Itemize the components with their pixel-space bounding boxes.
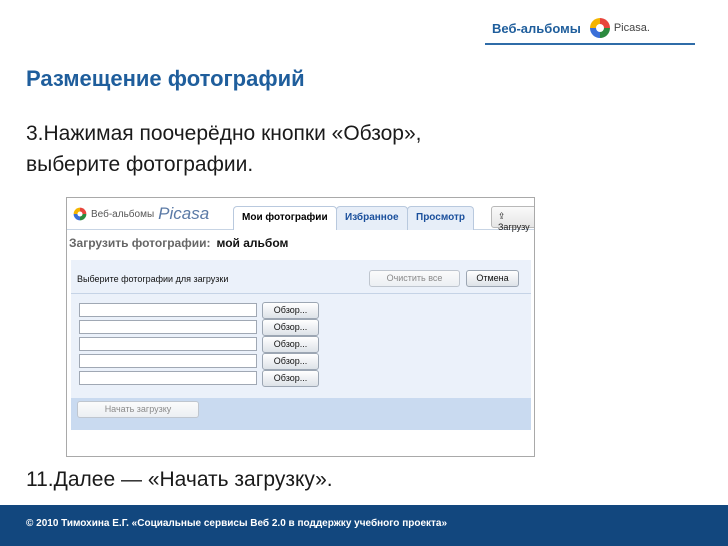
file-path-field[interactable] <box>79 320 257 334</box>
clear-all-button[interactable]: Очистить все <box>369 270 460 287</box>
logo-small-text: Веб-альбомы <box>91 208 155 220</box>
slide-footer: © 2010 Тимохина Е.Г. «Социальные сервисы… <box>0 505 728 546</box>
panel-divider <box>71 293 531 294</box>
step-instruction-line-1: 3.Нажимая поочерёдно кнопки «Обзор», <box>26 122 422 145</box>
panel-title: Выберите фотографии для загрузки <box>77 274 229 284</box>
step-next-instruction: 11.Далее — «Начать загрузку». <box>26 468 333 491</box>
panel-footer: Начать загрузку <box>71 398 531 430</box>
file-path-field[interactable] <box>79 371 257 385</box>
picasa-web-logo[interactable]: Веб-альбомы Picasa <box>73 204 209 224</box>
picasa-pinwheel-icon <box>73 207 87 221</box>
browse-button[interactable]: Обзор... <box>262 319 319 336</box>
file-path-field[interactable] <box>79 303 257 317</box>
browse-button[interactable]: Обзор... <box>262 353 319 370</box>
panel-title-row: Выберите фотографии для загрузки Очистит… <box>71 266 531 292</box>
picasa-logo-text: Picasa. <box>613 22 650 34</box>
tab-favorites[interactable]: Избранное <box>336 206 408 230</box>
tab-my-photos[interactable]: Мои фотографии <box>233 206 337 230</box>
header-rule <box>485 43 695 45</box>
upload-button-label: Загрузу <box>498 222 530 232</box>
picasa-pinwheel-icon <box>589 18 610 38</box>
cancel-button[interactable]: Отмена <box>466 270 519 287</box>
upload-button[interactable]: ⇪ Загрузу <box>491 206 534 232</box>
picasa-upload-screenshot: Веб-альбомы Picasa Мои фотографии Избран… <box>66 197 535 457</box>
album-name: мой альбом <box>216 236 289 250</box>
picasa-logo: Picasa. <box>589 17 650 39</box>
brand-title: Веб-альбомы <box>492 20 581 36</box>
file-path-field[interactable] <box>79 337 257 351</box>
browse-button[interactable]: Обзор... <box>262 370 319 387</box>
tab-explore[interactable]: Просмотр <box>407 206 474 230</box>
browse-button[interactable]: Обзор... <box>262 302 319 319</box>
file-path-field[interactable] <box>79 354 257 368</box>
step-instruction-line-2: выберите фотографии. <box>26 153 254 176</box>
browse-button[interactable]: Обзор... <box>262 336 319 353</box>
header-brand: Веб-альбомы Picasa. <box>492 17 650 39</box>
footer-copyright: © 2010 Тимохина Е.Г. «Социальные сервисы… <box>26 518 448 529</box>
upload-heading: Загрузить фотографии: мой альбом <box>69 236 288 250</box>
logo-big-text: Picasa <box>158 204 210 223</box>
upload-panel: Выберите фотографии для загрузки Очистит… <box>71 260 531 430</box>
step-instruction: 3.Нажимая поочерёдно кнопки «Обзор», выб… <box>26 118 646 180</box>
slide-title: Размещение фотографий <box>26 66 305 91</box>
start-upload-button[interactable]: Начать загрузку <box>77 401 199 418</box>
upload-icon: ⇪ <box>498 211 506 221</box>
picasa-topbar: Веб-альбомы Picasa Мои фотографии Избран… <box>67 198 534 232</box>
upload-heading-label: Загрузить фотографии: <box>69 236 211 250</box>
